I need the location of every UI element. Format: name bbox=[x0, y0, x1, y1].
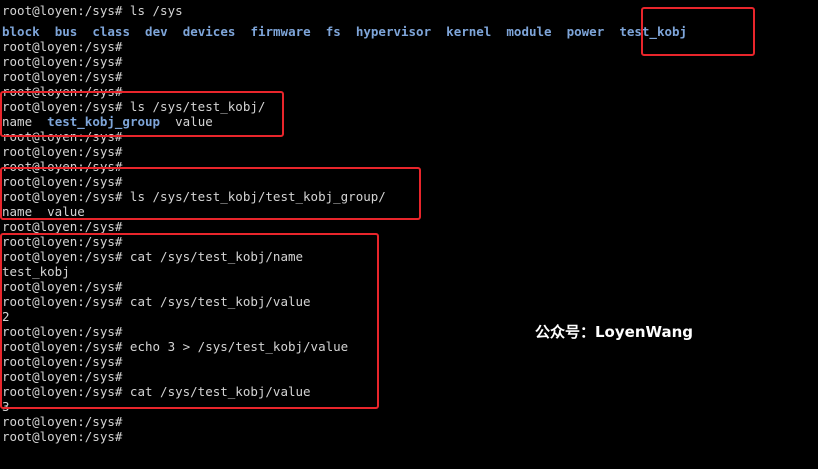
highlight-cat-echo-commands bbox=[0, 233, 379, 409]
ls-output-sys: block bus class dev devices firmware fs … bbox=[2, 24, 687, 39]
dir-entry: module bbox=[506, 24, 552, 39]
terminal-line: root@loyen:/sys# bbox=[2, 219, 123, 234]
terminal-window[interactable]: root@loyen:/sys# ls /sys block bus class… bbox=[0, 0, 818, 469]
terminal-line: root@loyen:/sys# bbox=[2, 39, 123, 54]
dir-entry: kernel bbox=[446, 24, 492, 39]
terminal-line: root@loyen:/sys# ls /sys bbox=[2, 3, 183, 18]
terminal-line-cursor: root@loyen:/sys# bbox=[2, 429, 123, 444]
terminal-line: root@loyen:/sys# bbox=[2, 69, 123, 84]
dir-entry: block bbox=[2, 24, 40, 39]
dir-entry: power bbox=[566, 24, 605, 39]
watermark-text: 公众号：LoyenWang bbox=[535, 323, 694, 341]
terminal-line: root@loyen:/sys# bbox=[2, 54, 123, 69]
highlight-test-kobj bbox=[641, 7, 755, 56]
dir-entry: fs bbox=[325, 24, 341, 39]
dir-entry: firmware bbox=[250, 24, 311, 39]
highlight-ls-test-kobj bbox=[0, 91, 284, 137]
highlight-ls-test-kobj-group bbox=[0, 167, 421, 220]
terminal-line: root@loyen:/sys# bbox=[2, 414, 123, 429]
dir-entry: devices bbox=[182, 24, 236, 39]
terminal-line: root@loyen:/sys# bbox=[2, 144, 123, 159]
dir-entry: class bbox=[92, 24, 130, 39]
dir-entry: dev bbox=[145, 24, 168, 39]
dir-entry: hypervisor bbox=[355, 24, 432, 39]
dir-entry: bus bbox=[54, 24, 78, 39]
